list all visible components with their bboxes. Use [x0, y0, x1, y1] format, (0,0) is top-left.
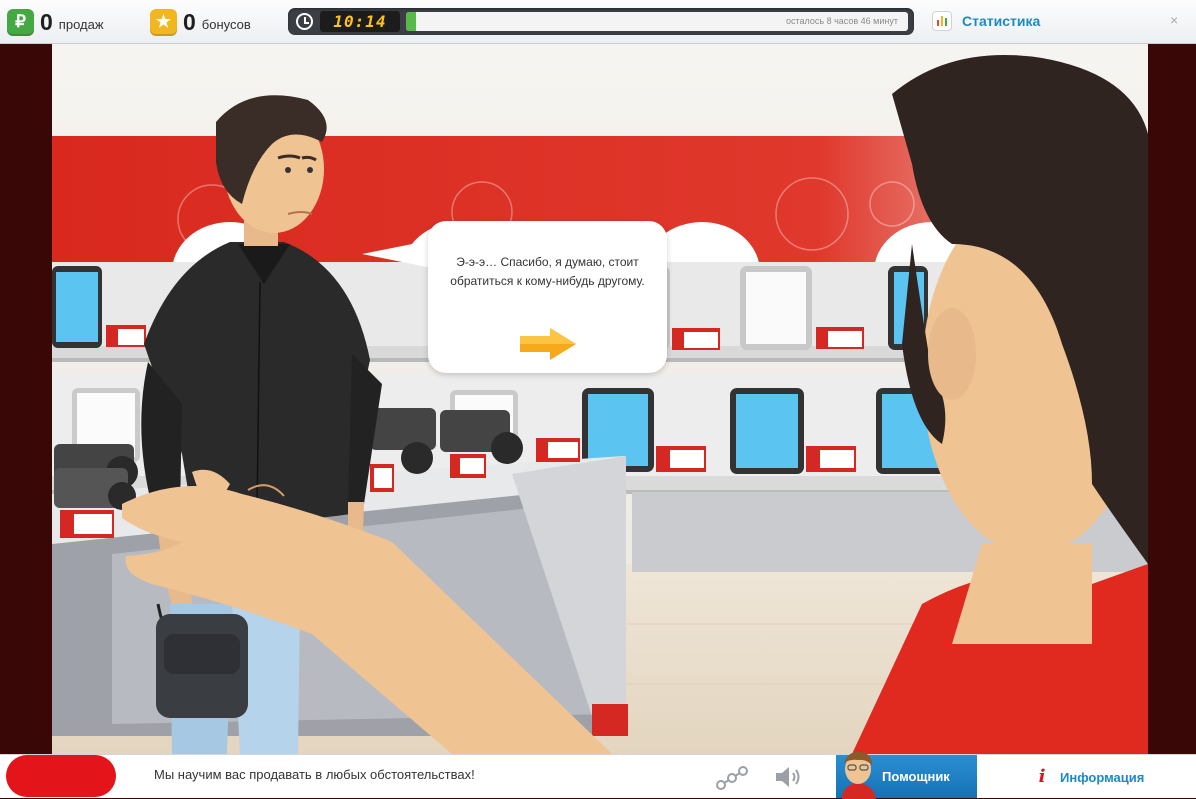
speaker-icon[interactable]	[774, 766, 804, 788]
main-menu-button[interactable]	[6, 755, 116, 797]
bar-chart-icon	[932, 11, 952, 31]
helper-avatar-icon	[842, 751, 876, 799]
info-icon: i	[1038, 766, 1046, 787]
bonus-label: бонусов	[201, 17, 251, 32]
arrow-right-icon[interactable]	[518, 326, 578, 362]
helper-label: Помощник	[882, 769, 950, 784]
bonus-count: 0	[183, 8, 196, 35]
sales-count: 0	[40, 8, 53, 35]
time-progress-fill	[406, 12, 417, 31]
ticker-fade	[490, 761, 660, 791]
clock-icon	[296, 13, 313, 30]
sales-counter: ₽ 0 продаж	[7, 8, 104, 36]
speech-bubble: Э-э-э… Спасибо, я думаю, стоит обратитьс…	[428, 221, 667, 373]
top-bar: ₽ 0 продаж ★ 0 бонусов 10:14 осталось 8 …	[0, 0, 1196, 44]
bonus-counter: ★ 0 бонусов	[150, 8, 251, 36]
time-display: 10:14	[320, 11, 400, 32]
star-icon: ★	[150, 8, 177, 36]
information-label: Информация	[1060, 769, 1145, 785]
helper-button[interactable]: Помощник	[836, 751, 977, 799]
close-icon[interactable]: ×	[1170, 12, 1178, 28]
time-bar: 10:14 осталось 8 часов 46 минут	[288, 8, 914, 35]
statistics-label: Статистика	[962, 13, 1041, 29]
route-icon[interactable]	[716, 765, 748, 791]
information-link[interactable]: i Информация	[1032, 766, 1145, 787]
sales-label: продаж	[58, 17, 104, 32]
bottom-bar: Мы научим вас продавать в любых обстояте…	[0, 751, 1196, 799]
game-scene: Э-э-э… Спасибо, я думаю, стоит обратитьс…	[52, 44, 1148, 754]
dialogue-text: Э-э-э… Спасибо, я думаю, стоит обратитьс…	[450, 255, 645, 288]
store-illustration	[52, 44, 1148, 754]
ruble-icon: ₽	[7, 8, 34, 36]
time-progress-track: осталось 8 часов 46 минут	[406, 12, 908, 31]
time-remaining-text: осталось 8 часов 46 минут	[786, 16, 898, 26]
news-ticker: Мы научим вас продавать в любых обстояте…	[154, 767, 475, 782]
statistics-link[interactable]: Статистика	[932, 11, 1040, 31]
speech-bubble-tail	[362, 240, 432, 268]
